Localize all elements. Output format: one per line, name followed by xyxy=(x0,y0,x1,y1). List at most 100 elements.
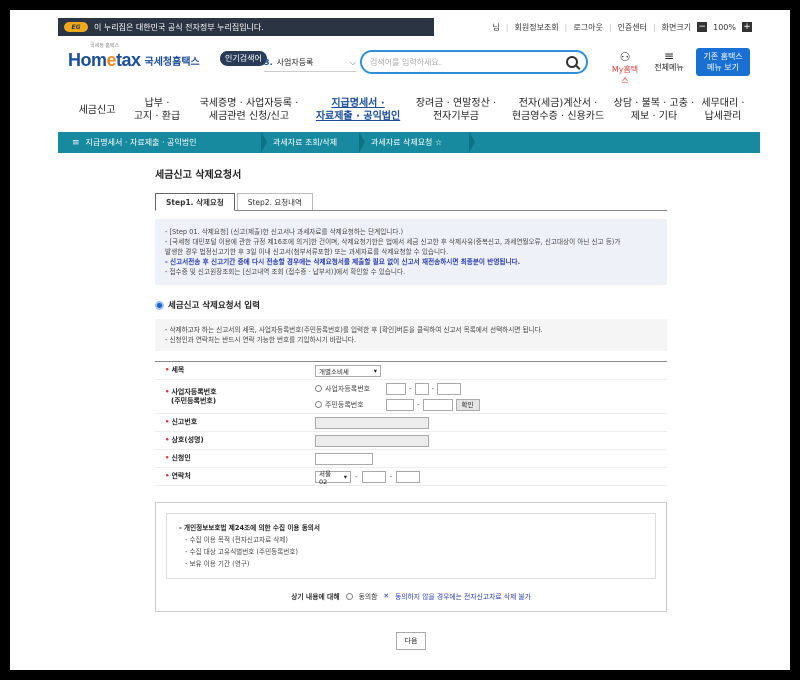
nav-consult[interactable]: 상담 · 불복 · 고충 · 제보 · 기타 xyxy=(612,94,696,126)
row-contact: • 연락처 서울 02 ▾ - - xyxy=(155,468,667,486)
radio-biz-number-label: 사업자등록번호 xyxy=(325,384,371,393)
nav-certificate[interactable]: 국세증명 · 사업자등록 · 세금관련 신청/신고 xyxy=(190,94,308,126)
hometax-logo[interactable]: Hometax 국세청홈택스 xyxy=(68,50,200,71)
section-title: 세금신고 삭제요청서 입력 xyxy=(155,299,667,311)
browser-page: EG 이 누리집은 대한민국 공식 전자정부 누리집입니다. 님 | 회원정보조회… xyxy=(10,10,790,670)
consent-agree-row: 상기 내용에 대해 동의함 ✕ 동의하지 않을 경우에는 전자신고자료 삭제 불… xyxy=(166,591,656,601)
breadcrumb-item-1[interactable]: ≡ 지급명세서 · 자료제출 · 공익법인 xyxy=(58,132,267,153)
menu-icon: ≡ xyxy=(72,137,80,148)
consent-warning: 동의하지 않을 경우에는 전자신고자료 삭제 불가 xyxy=(395,593,531,601)
egov-logo-icon: EG xyxy=(64,22,88,32)
consent-title: - 개인정보보호법 제24조에 의한 수집 이용 동의서 xyxy=(179,524,320,532)
notice-line: - [국세청 대민포털 이용에 관한 규정 제16조에 의거]한 건이며, 삭제… xyxy=(165,238,621,246)
logo-small-text: 국세청 홈택스 xyxy=(90,43,120,49)
main-content: 세금신고 삭제요청서 Step1. 삭제요청 Step2. 요청내역 - [St… xyxy=(155,160,667,650)
nav-incentive[interactable]: 장려금 · 연말정산 · 전자기부금 xyxy=(408,94,504,126)
tab-step1[interactable]: Step1. 삭제요청 xyxy=(155,193,235,211)
nav-statement-submission[interactable]: 지급명세서 · 자료제출 · 공익법인 xyxy=(308,94,408,126)
contact-input-2[interactable] xyxy=(361,470,386,483)
rrn-input-1[interactable] xyxy=(386,398,414,411)
page-title: 세금신고 삭제요청서 xyxy=(155,170,242,181)
notice-line: - 접수증 및 신고원장조회는 [신고내역 조회 (접수증 · 납부서)]에서 … xyxy=(165,268,406,276)
gov-banner: EG 이 누리집은 대한민국 공식 전자정부 누리집입니다. xyxy=(58,18,434,36)
consent-item: - 보유 이용 기간 (영구) xyxy=(185,560,250,568)
trade-name-label: 상호(성명) xyxy=(171,436,204,444)
hamburger-icon: ≡ xyxy=(663,49,675,63)
guide-line: - 삭제하고자 하는 신고서의 세목, 사업자등록번호(주민등록번호)를 입력한… xyxy=(165,326,543,334)
report-number-input xyxy=(315,416,429,429)
row-tax-item: • 세목 개별소비세 ▾ xyxy=(155,362,667,380)
biz-number-input-3[interactable] xyxy=(437,382,462,395)
user-suffix: 님 xyxy=(492,22,500,32)
contact-label: 연락처 xyxy=(171,472,191,480)
next-button[interactable]: 다음 xyxy=(395,632,427,650)
applicant-input[interactable] xyxy=(315,452,373,465)
breadcrumb: ≡ 지급명세서 · 자료제출 · 공익법인 과세자료 조회/삭제 과세자료 삭제… xyxy=(58,132,760,153)
hot-keyword-rank: 3. xyxy=(264,58,273,67)
member-info-link[interactable]: 회원정보조회 xyxy=(514,22,558,33)
consent-content: - 개인정보보호법 제24조에 의한 수집 이용 동의서 - 수집 이용 목적 … xyxy=(166,513,656,579)
chevron-down-icon: ⌵ xyxy=(349,57,356,67)
main-nav: 세금신고 납부 · 고지 · 환급 국세증명 · 사업자등록 · 세금관련 신청/신… xyxy=(70,94,750,126)
hot-keyword-term: 사업자등록 xyxy=(276,58,314,67)
radio-agree[interactable] xyxy=(345,592,353,600)
nav-e-invoice[interactable]: 전자(세금)계산서 · 현금영수증 · 신용카드 xyxy=(504,94,612,126)
logo-part-e: e xyxy=(106,50,117,70)
row-report-number: • 신고번호 xyxy=(155,414,667,432)
rrn-input-2[interactable] xyxy=(422,398,453,411)
all-menu-button[interactable]: ≡ 전체메뉴 xyxy=(650,50,688,73)
search-input[interactable] xyxy=(370,57,566,67)
confirm-button[interactable]: 확인 xyxy=(455,398,480,411)
tax-item-label: 세목 xyxy=(171,366,185,374)
breadcrumb-item-3[interactable]: 과세자료 삭제요청 ☆ xyxy=(361,132,475,153)
applicant-label: 신청인 xyxy=(171,454,191,462)
consent-item: - 수집 대상 고유식별번호 (주민등록번호) xyxy=(185,548,298,556)
logout-link[interactable]: 로그아웃 xyxy=(573,22,602,33)
biz-number-input-2[interactable] xyxy=(414,382,429,395)
zoom-in-button[interactable]: + xyxy=(742,22,752,32)
biz-number-label: 사업자등록번호 xyxy=(171,387,217,396)
logo-part-b: tax xyxy=(116,50,141,70)
my-hometax-button[interactable]: ⚇ My홈택스 xyxy=(610,50,640,86)
user-icon: ⚇ xyxy=(619,50,631,64)
radio-biz-number[interactable] xyxy=(315,385,322,392)
agree-label: 동의함 xyxy=(358,593,378,601)
step-tabs: Step1. 삭제요청 Step2. 요청내역 xyxy=(155,193,667,211)
zoom-out-button[interactable]: − xyxy=(697,22,708,32)
report-number-label: 신고번호 xyxy=(171,418,198,426)
chevron-down-icon: ▾ xyxy=(343,472,347,481)
contact-input-3[interactable] xyxy=(396,470,421,483)
request-form: • 세목 개별소비세 ▾ • 사업자등록번호 (주민등록번호) 사업자등록번호 - - xyxy=(155,361,667,486)
row-applicant: • 신청인 xyxy=(155,450,667,468)
hot-keyword-select[interactable]: 3. 사업자등록 ⌵ xyxy=(264,54,356,72)
biz-number-input-1[interactable] xyxy=(386,382,406,395)
logo-wordmark: Hometax xyxy=(68,50,141,71)
warning-icon: ✕ xyxy=(383,592,390,600)
gov-banner-text: 이 누리집은 대한민국 공식 전자정부 누리집입니다. xyxy=(94,22,264,32)
tab-step2[interactable]: Step2. 요청내역 xyxy=(236,193,313,210)
radio-rrn-label: 주민등록번호 xyxy=(325,400,364,409)
chevron-down-icon: ▾ xyxy=(373,366,377,375)
nav-tax-agent[interactable]: 세무대리 · 납세관리 xyxy=(696,94,750,126)
logo-part-a: Hom xyxy=(68,50,107,70)
consent-box: - 개인정보보호법 제24조에 의한 수집 이용 동의서 - 수집 이용 목적 … xyxy=(155,502,667,612)
hot-keyword-badge: 인기검색어 xyxy=(220,51,267,66)
nav-payment[interactable]: 납부 · 고지 · 환급 xyxy=(124,94,190,126)
trade-name-input xyxy=(315,434,429,447)
tax-item-select[interactable]: 개별소비세 ▾ xyxy=(315,364,381,377)
cert-center-link[interactable]: 인증센터 xyxy=(618,22,647,33)
my-hometax-label: My홈택스 xyxy=(611,65,639,85)
contact-area-select[interactable]: 서울 02 ▾ xyxy=(315,470,351,486)
row-biz-number: •사업자등록번호(주민등록번호) 사업자등록번호 - - 주민등록번호 - xyxy=(155,380,667,414)
nav-tax-report[interactable]: 세금신고 xyxy=(70,94,124,126)
radio-rrn[interactable] xyxy=(315,401,322,408)
search-bar xyxy=(360,50,588,74)
logo-subtitle: 국세청홈택스 xyxy=(144,57,200,68)
classic-menu-button[interactable]: 기존 홈택스 메뉴 보기 xyxy=(696,48,750,76)
search-icon[interactable] xyxy=(566,56,578,68)
row-trade-name: • 상호(성명) xyxy=(155,432,667,450)
biz-number-label-sub: (주민등록번호) xyxy=(171,396,217,405)
breadcrumb-item-2[interactable]: 과세자료 조회/삭제 xyxy=(263,132,365,153)
notice-box: - [Step 01. 삭제요청] (신고(제출)한 신고서나 과세자료를 삭제… xyxy=(155,219,667,285)
consent-item: - 수집 이용 목적 (전자신고자료 삭제) xyxy=(185,536,288,544)
